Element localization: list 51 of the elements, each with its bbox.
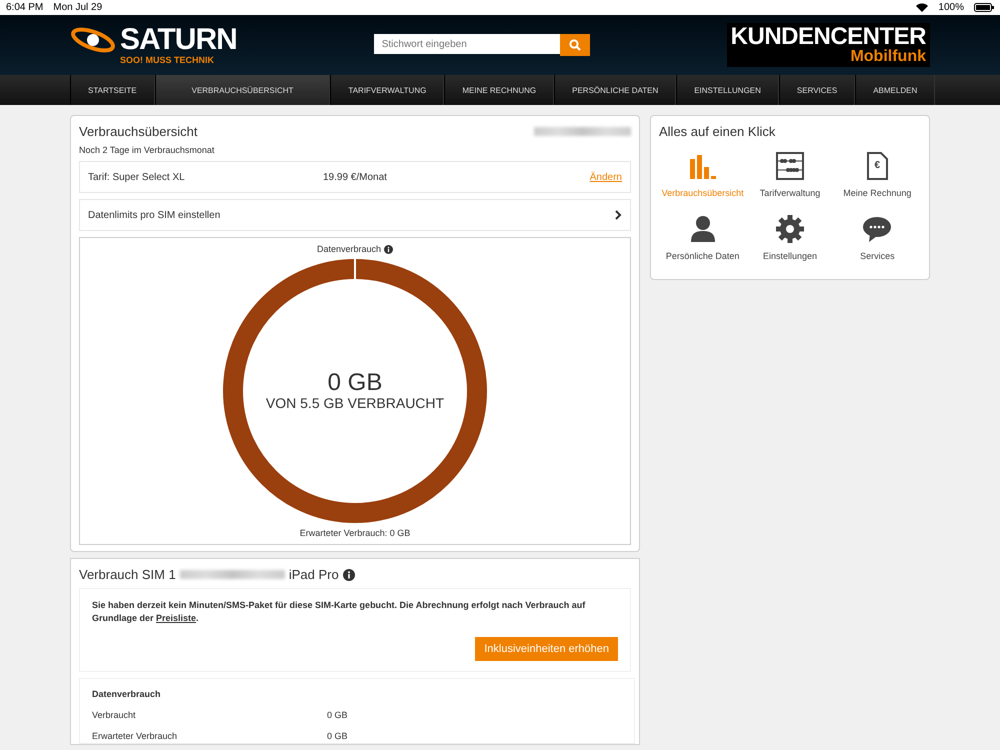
gauge-value: 0 GB [328, 371, 382, 395]
info-icon[interactable] [384, 244, 394, 254]
quick-link[interactable]: Persönliche Daten [659, 214, 746, 263]
expected-usage-text: Erwarteter Verbrauch: 0 GB [300, 528, 410, 538]
usage-value: 0 GB [327, 731, 348, 741]
planet-logo-icon [70, 25, 116, 55]
portal-subtitle: Mobilfunk [850, 49, 926, 65]
usage-label: Verbraucht [92, 710, 137, 720]
nav-tab[interactable]: MEINE RECHNUNG [444, 75, 554, 105]
nav-tab[interactable]: TARIFVERWALTUNG [330, 75, 444, 105]
gear-icon [774, 214, 805, 244]
tariff-name: Tarif: Super Select XL [88, 172, 186, 182]
quick-link[interactable]: Tarifverwaltung [746, 151, 834, 200]
nav-tab[interactable]: SERVICES [778, 75, 856, 105]
sim-title: Verbrauch SIM 1 [79, 567, 176, 582]
tariff-price: 19.99 €/Monat [323, 172, 387, 182]
data-limits-label: Datenlimits pro SIM einstellen [88, 210, 220, 220]
quick-link[interactable]: € Meine Rechnung [834, 151, 921, 200]
quick-link[interactable]: Einstellungen [746, 214, 834, 263]
notice-text: Sie haben derzeit kein Minuten/SMS-Paket für diese SIM-Karte gebucht. Die Abrechnung erfolgt nach Verbrauch auf Grundlage der Preisliste. [92, 599, 586, 625]
nav-tab[interactable]: ABMELDEN [855, 75, 936, 105]
card-title: Verbrauchsübersicht [79, 124, 198, 139]
info-icon[interactable] [342, 568, 355, 580]
quick-link[interactable]: Services [834, 214, 921, 263]
battery-icon [974, 3, 994, 12]
status-date: Mon Jul 29 [53, 2, 102, 13]
month-remaining-text: Noch 2 Tage im Verbrauchsmonat [79, 145, 216, 155]
battery-percent: 100% [938, 2, 964, 13]
logo-text: SATURN [120, 25, 237, 55]
portal-title: KUNDENCENTER [730, 25, 926, 49]
gauge-caption: VON 5.5 GB VERBRAUCHT [266, 395, 444, 411]
gauge-label: Datenverbrauch [316, 244, 382, 254]
status-time: 6:04 PM [6, 2, 44, 13]
data-limits-row[interactable]: Datenlimits pro SIM einstellen [79, 199, 631, 231]
price-list-link[interactable]: Preisliste [156, 613, 196, 623]
usage-value: 0 GB [327, 710, 348, 720]
logo-slogan: SOO! MUSS TECHNIK [120, 55, 216, 65]
nav-tab[interactable]: VERBRAUCHSÜBERSICHT [154, 75, 330, 105]
search-icon [568, 39, 581, 51]
usage-label: Erwarteter Verbrauch [92, 731, 178, 741]
data-usage-title: Datenverbrauch [92, 689, 162, 699]
chevron-right-icon [615, 210, 622, 220]
abacus-icon [774, 151, 805, 181]
search-button[interactable] [560, 34, 590, 56]
wifi-icon [916, 3, 928, 12]
nav-tab[interactable]: EINSTELLUNGEN [676, 75, 779, 105]
card-title: Alles auf einen Klick [659, 124, 776, 139]
nav-tab[interactable]: PERSÖNLICHE DATEN [554, 75, 676, 105]
device-name: iPad Pro [288, 567, 339, 582]
search-field[interactable]: Stichwort eingeben [374, 34, 560, 54]
speech-bubble-icon [862, 214, 892, 244]
